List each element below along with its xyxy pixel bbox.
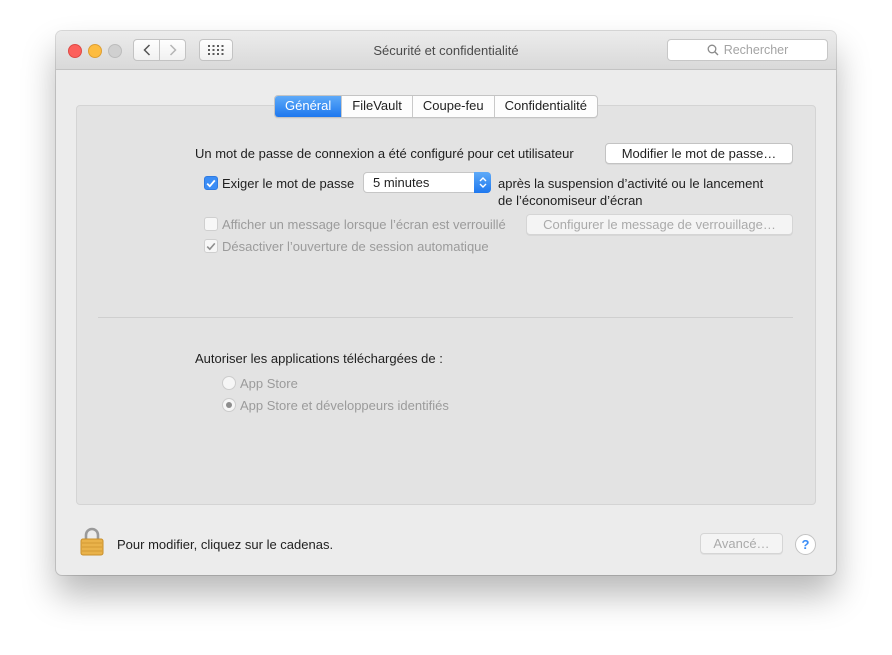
password-delay-value: 5 minutes — [373, 175, 430, 190]
change-password-button[interactable]: Modifier le mot de passe… — [605, 143, 793, 164]
padlock-icon — [80, 527, 104, 556]
search-field[interactable]: Rechercher — [667, 39, 828, 61]
allow-apps-heading: Autoriser les applications téléchargées … — [195, 351, 443, 366]
advanced-button[interactable]: Avancé… — [700, 533, 783, 554]
tab-bar: Général FileVault Coupe-feu Confidential… — [274, 95, 598, 118]
checkmark-icon — [206, 179, 216, 188]
disable-autologin-checkbox[interactable] — [204, 239, 218, 253]
lock-instruction-text: Pour modifier, cliquez sur le cadenas. — [117, 537, 334, 552]
preferences-window: Sécurité et confidentialité Rechercher G… — [56, 31, 836, 575]
radio-app-store-identified-developers[interactable] — [222, 398, 236, 412]
lock-message-label: Afficher un message lorsque l’écran est … — [222, 217, 506, 232]
tab-general[interactable]: Général — [275, 96, 342, 117]
general-pane — [76, 105, 816, 505]
radio-selected-dot — [226, 402, 232, 408]
password-set-text: Un mot de passe de connexion a été confi… — [195, 146, 574, 161]
search-placeholder: Rechercher — [723, 43, 789, 57]
lock-button[interactable] — [80, 527, 104, 559]
tab-firewall[interactable]: Coupe-feu — [411, 96, 494, 117]
section-divider — [98, 317, 793, 318]
password-delay-select[interactable]: 5 minutes — [363, 172, 491, 193]
up-down-chevron-icon — [479, 177, 486, 188]
radio-app-store[interactable] — [222, 376, 236, 390]
radio-app-store-identified-developers-label: App Store et développeurs identifiés — [240, 398, 449, 413]
configure-lock-message-button[interactable]: Configurer le message de verrouillage… — [526, 214, 793, 235]
password-delay-description-line1: après la suspension d’activité ou le lan… — [498, 176, 764, 191]
tab-privacy[interactable]: Confidentialité — [493, 96, 597, 117]
radio-app-store-label: App Store — [240, 376, 298, 391]
require-password-label: Exiger le mot de passe — [222, 176, 355, 191]
disable-autologin-label: Désactiver l’ouverture de session automa… — [222, 239, 489, 254]
lock-message-checkbox[interactable] — [204, 217, 218, 231]
checkmark-icon — [206, 242, 216, 250]
require-password-checkbox[interactable] — [204, 176, 218, 190]
tab-filevault[interactable]: FileVault — [341, 96, 412, 117]
search-icon — [707, 44, 719, 56]
select-arrows — [474, 172, 491, 193]
title-bar: Sécurité et confidentialité Rechercher — [56, 31, 836, 70]
password-delay-description-line2: de l’économiseur d’écran — [498, 193, 643, 208]
help-button[interactable]: ? — [795, 534, 816, 555]
